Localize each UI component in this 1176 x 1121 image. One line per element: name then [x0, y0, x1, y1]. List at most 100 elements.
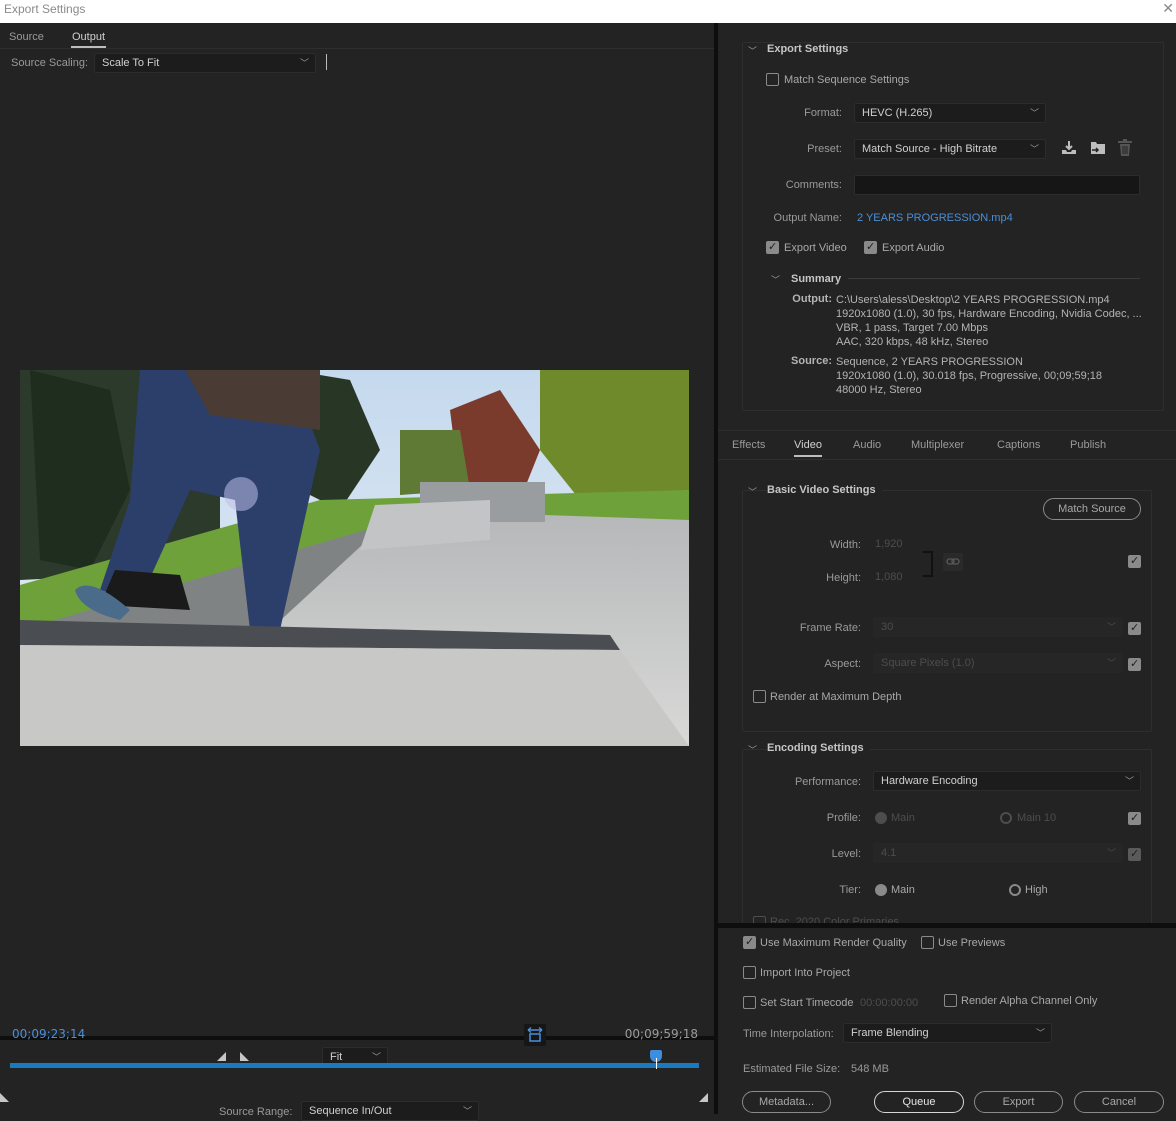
profile-main-label[interactable]: Main: [891, 812, 915, 824]
export-audio-checkbox[interactable]: [864, 240, 877, 254]
start-timecode-value[interactable]: 00:00:00:00: [860, 997, 918, 1009]
performance-label: Performance:: [794, 776, 861, 788]
save-preset-icon[interactable]: [1061, 140, 1077, 159]
summary-output-audio: AAC, 320 kbps, 48 kHz, Stereo: [836, 336, 989, 348]
tab-publish[interactable]: Publish: [1070, 439, 1106, 451]
render-max-depth-label[interactable]: Render at Maximum Depth: [770, 691, 901, 703]
summary-title: Summary: [791, 273, 848, 285]
preset-select[interactable]: Match Source - High Bitrate ﹀: [854, 139, 1046, 159]
performance-value: Hardware Encoding: [881, 775, 978, 787]
import-into-project-checkbox[interactable]: [743, 966, 756, 979]
match-sequence-checkbox[interactable]: [766, 73, 779, 86]
export-button[interactable]: Export: [974, 1091, 1063, 1113]
delete-preset-icon[interactable]: [1117, 139, 1133, 160]
height-value[interactable]: 1,080: [875, 571, 903, 583]
fit-width-icon: [527, 1027, 543, 1042]
chevron-down-icon: ﹀: [1106, 622, 1116, 632]
format-select[interactable]: HEVC (H.265) ﹀: [854, 103, 1046, 123]
chevron-down-icon: ﹀: [1106, 848, 1116, 858]
aspect-label: Aspect:: [824, 658, 861, 670]
width-value[interactable]: 1,920: [875, 538, 903, 550]
profile-main10-label[interactable]: Main 10: [1017, 812, 1056, 824]
set-start-timecode-checkbox[interactable]: [743, 996, 756, 1009]
output-name-link[interactable]: 2 YEARS PROGRESSION.mp4: [857, 212, 1013, 224]
frame-rate-override-checkbox[interactable]: [1128, 621, 1141, 635]
time-interpolation-select[interactable]: Frame Blending ﹀: [843, 1023, 1052, 1043]
settings-tabs: Effects Video Audio Multiplexer Captions…: [718, 430, 1176, 460]
tab-audio[interactable]: Audio: [853, 439, 881, 451]
out-point-marker[interactable]: [699, 1093, 708, 1102]
match-sequence-label[interactable]: Match Sequence Settings: [784, 74, 909, 86]
render-max-depth-checkbox[interactable]: [753, 690, 766, 703]
comments-input[interactable]: [854, 175, 1140, 195]
profile-override-checkbox[interactable]: [1128, 811, 1141, 825]
source-range-value: Sequence In/Out: [309, 1105, 392, 1117]
performance-select[interactable]: Hardware Encoding ﹀: [873, 771, 1141, 791]
preview-tabs: Source Output: [0, 23, 714, 49]
profile-main10-radio[interactable]: [1000, 812, 1012, 824]
tier-high-label[interactable]: High: [1025, 884, 1048, 896]
video-preview: [20, 370, 689, 746]
queue-button[interactable]: Queue: [874, 1091, 964, 1113]
in-point-marker[interactable]: [0, 1093, 9, 1102]
tab-source[interactable]: Source: [9, 31, 44, 43]
frame-rate-select[interactable]: 30 ﹀: [873, 617, 1123, 637]
level-select[interactable]: 4.1 ﹀: [873, 843, 1123, 863]
source-range-label: Source Range:: [219, 1106, 293, 1118]
dimensions-override-checkbox[interactable]: [1128, 554, 1141, 568]
source-scaling-select[interactable]: Scale To Fit ﹀: [94, 53, 316, 73]
tab-multiplexer[interactable]: Multiplexer: [911, 439, 964, 451]
export-audio-label[interactable]: Export Audio: [882, 242, 944, 254]
tier-high-radio[interactable]: [1009, 884, 1021, 896]
max-render-quality-checkbox[interactable]: [743, 935, 756, 949]
settings-panel: ﹀ Export Settings Match Sequence Setting…: [718, 23, 1176, 1114]
aspect-select[interactable]: Square Pixels (1.0) ﹀: [873, 653, 1123, 673]
text-cursor: [326, 54, 327, 70]
tab-effects[interactable]: Effects: [732, 439, 765, 451]
tier-main-radio[interactable]: [875, 884, 887, 896]
tab-video[interactable]: Video: [794, 439, 822, 457]
chevron-down-icon[interactable]: ﹀: [748, 44, 757, 57]
constrain-proportions-button[interactable]: [943, 553, 963, 571]
max-render-quality-label[interactable]: Use Maximum Render Quality: [760, 937, 907, 949]
window-title: Export Settings: [4, 2, 86, 16]
render-alpha-label[interactable]: Render Alpha Channel Only: [961, 995, 1097, 1007]
set-start-timecode-label[interactable]: Set Start Timecode: [760, 997, 854, 1009]
level-label: Level:: [831, 848, 861, 860]
metadata-button[interactable]: Metadata...: [742, 1091, 831, 1113]
source-scaling-label: Source Scaling:: [11, 57, 89, 69]
export-video-label[interactable]: Export Video: [784, 242, 847, 254]
window-titlebar: Export Settings ✕: [0, 0, 1176, 23]
summary-output-video: 1920x1080 (1.0), 30 fps, Hardware Encodi…: [836, 308, 1142, 320]
import-into-project-label[interactable]: Import Into Project: [760, 967, 850, 979]
zoom-value: Fit: [330, 1051, 343, 1063]
level-override-checkbox[interactable]: [1128, 847, 1141, 861]
summary-output-path: C:\Users\aless\Desktop\2 YEARS PROGRESSI…: [836, 294, 1110, 306]
estimated-size-label: Estimated File Size:: [743, 1063, 841, 1075]
summary-output-bitrate: VBR, 1 pass, Target 7.00 Mbps: [836, 322, 989, 334]
timeline-bar[interactable]: [10, 1063, 699, 1068]
aspect-ratio-correction-button[interactable]: [524, 1024, 546, 1046]
profile-main-radio[interactable]: [875, 812, 887, 824]
tier-main-label[interactable]: Main: [891, 884, 915, 896]
tab-captions[interactable]: Captions: [997, 439, 1040, 451]
use-previews-label[interactable]: Use Previews: [938, 937, 1005, 949]
match-source-button[interactable]: Match Source: [1043, 498, 1141, 520]
aspect-override-checkbox[interactable]: [1128, 657, 1141, 671]
chevron-down-icon: ﹀: [299, 58, 309, 68]
chevron-down-icon[interactable]: ﹀: [771, 273, 780, 286]
set-out-point-icon[interactable]: [240, 1052, 249, 1061]
render-alpha-checkbox[interactable]: [944, 994, 957, 1007]
import-preset-icon[interactable]: [1089, 140, 1107, 159]
export-video-checkbox[interactable]: [766, 240, 779, 254]
close-icon[interactable]: ✕: [1162, 0, 1174, 17]
current-timecode[interactable]: 00;09;23;14: [12, 1027, 85, 1041]
use-previews-checkbox[interactable]: [921, 936, 934, 949]
tab-output[interactable]: Output: [70, 31, 107, 48]
chevron-down-icon[interactable]: ﹀: [748, 743, 757, 756]
set-in-point-icon[interactable]: [217, 1052, 226, 1061]
chevron-down-icon: ﹀: [1124, 776, 1134, 786]
source-range-select[interactable]: Sequence In/Out ﹀: [301, 1101, 479, 1121]
cancel-button[interactable]: Cancel: [1074, 1091, 1164, 1113]
chevron-down-icon[interactable]: ﹀: [748, 485, 757, 498]
